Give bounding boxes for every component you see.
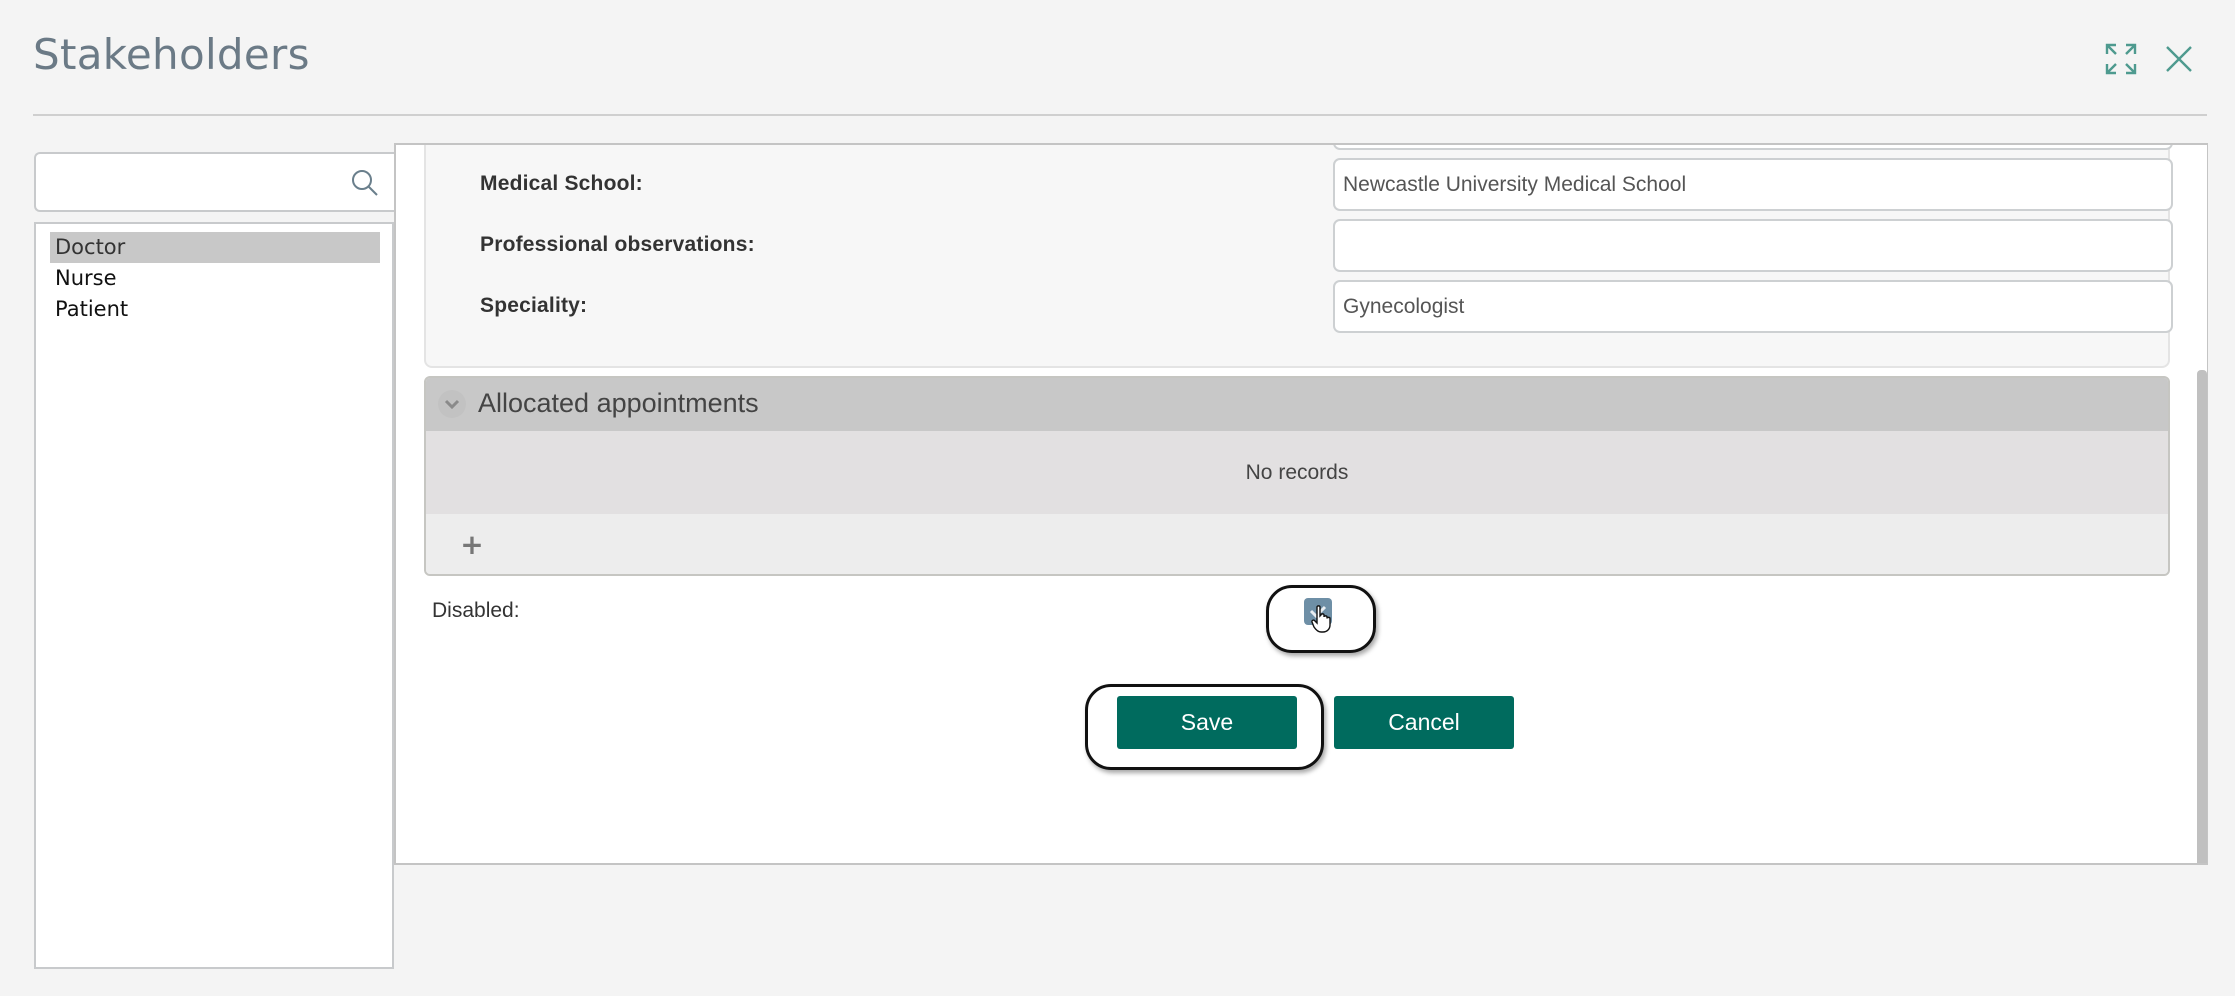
header-divider <box>33 114 2207 116</box>
checkmark-icon <box>1309 605 1327 619</box>
medical-school-label: Medical School: <box>480 172 643 195</box>
search-input[interactable] <box>46 160 346 204</box>
scrollbar-thumb[interactable] <box>2197 370 2207 863</box>
close-icon <box>2166 46 2192 72</box>
cancel-button[interactable]: Cancel <box>1334 696 1514 749</box>
professional-observations-label: Professional observations: <box>480 233 755 256</box>
collapse-toggle[interactable] <box>438 390 466 418</box>
no-records-text: No records <box>426 431 2168 514</box>
expand-icon <box>2105 43 2137 75</box>
doctor-fieldset: Medical School: Newcastle University Med… <box>424 145 2173 368</box>
appointments-footer: + <box>426 514 2168 574</box>
speciality-label: Speciality: <box>480 294 588 317</box>
allocated-appointments-section: Allocated appointments No records + <box>424 376 2170 576</box>
appointments-title: Allocated appointments <box>478 388 759 418</box>
list-item-patient[interactable]: Patient <box>50 294 380 325</box>
appointments-header[interactable]: Allocated appointments <box>426 378 2168 431</box>
previous-field-input[interactable] <box>1333 145 2173 150</box>
disabled-checkbox[interactable] <box>1304 598 1332 625</box>
chevron-down-icon <box>444 399 460 410</box>
detail-panel: Medical School: Newcastle University Med… <box>394 143 2208 865</box>
add-appointment-button[interactable]: + <box>460 531 484 559</box>
search-box <box>34 152 398 212</box>
list-item-nurse[interactable]: Nurse <box>50 263 380 294</box>
page-title: Stakeholders <box>33 30 310 79</box>
expand-button[interactable] <box>2104 42 2138 76</box>
stakeholder-type-list: Doctor Nurse Patient <box>34 222 394 969</box>
medical-school-input[interactable]: Newcastle University Medical School <box>1333 158 2173 211</box>
search-icon[interactable] <box>350 168 380 198</box>
disabled-label: Disabled: <box>432 599 520 622</box>
list-item-doctor[interactable]: Doctor <box>50 232 380 263</box>
speciality-input[interactable]: Gynecologist <box>1333 280 2173 333</box>
close-button[interactable] <box>2162 42 2196 76</box>
save-button[interactable]: Save <box>1117 696 1297 749</box>
professional-observations-input[interactable] <box>1333 219 2173 272</box>
